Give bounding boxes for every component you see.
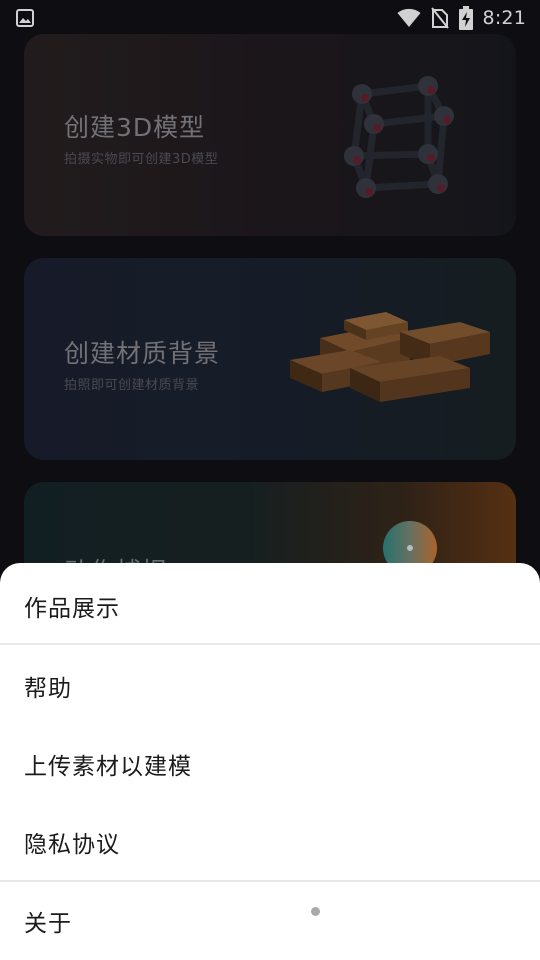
menu-item-label: 帮助: [24, 676, 72, 702]
menu-item-about[interactable]: 关于: [0, 882, 540, 960]
menu-divider: [0, 643, 540, 645]
menu-item-label: 上传素材以建模: [24, 754, 192, 780]
menu-item-label: 关于: [24, 911, 72, 937]
app-screen: 8:21 创建3D模型 拍摄实物即可创建3D模型 创建材质背景 拍照即可创建材质…: [0, 0, 540, 960]
menu-item-help[interactable]: 帮助: [0, 647, 540, 725]
touch-indicator-dot: [311, 907, 320, 916]
menu-item-showcase[interactable]: 作品展示: [0, 567, 540, 645]
menu-item-privacy-policy[interactable]: 隐私协议: [0, 803, 540, 881]
menu-item-label: 隐私协议: [24, 832, 120, 858]
menu-item-label: 作品展示: [24, 596, 120, 622]
bottom-sheet-menu: 作品展示 帮助 上传素材以建模 隐私协议 关于: [0, 563, 540, 960]
menu-item-upload-material[interactable]: 上传素材以建模: [0, 725, 540, 803]
